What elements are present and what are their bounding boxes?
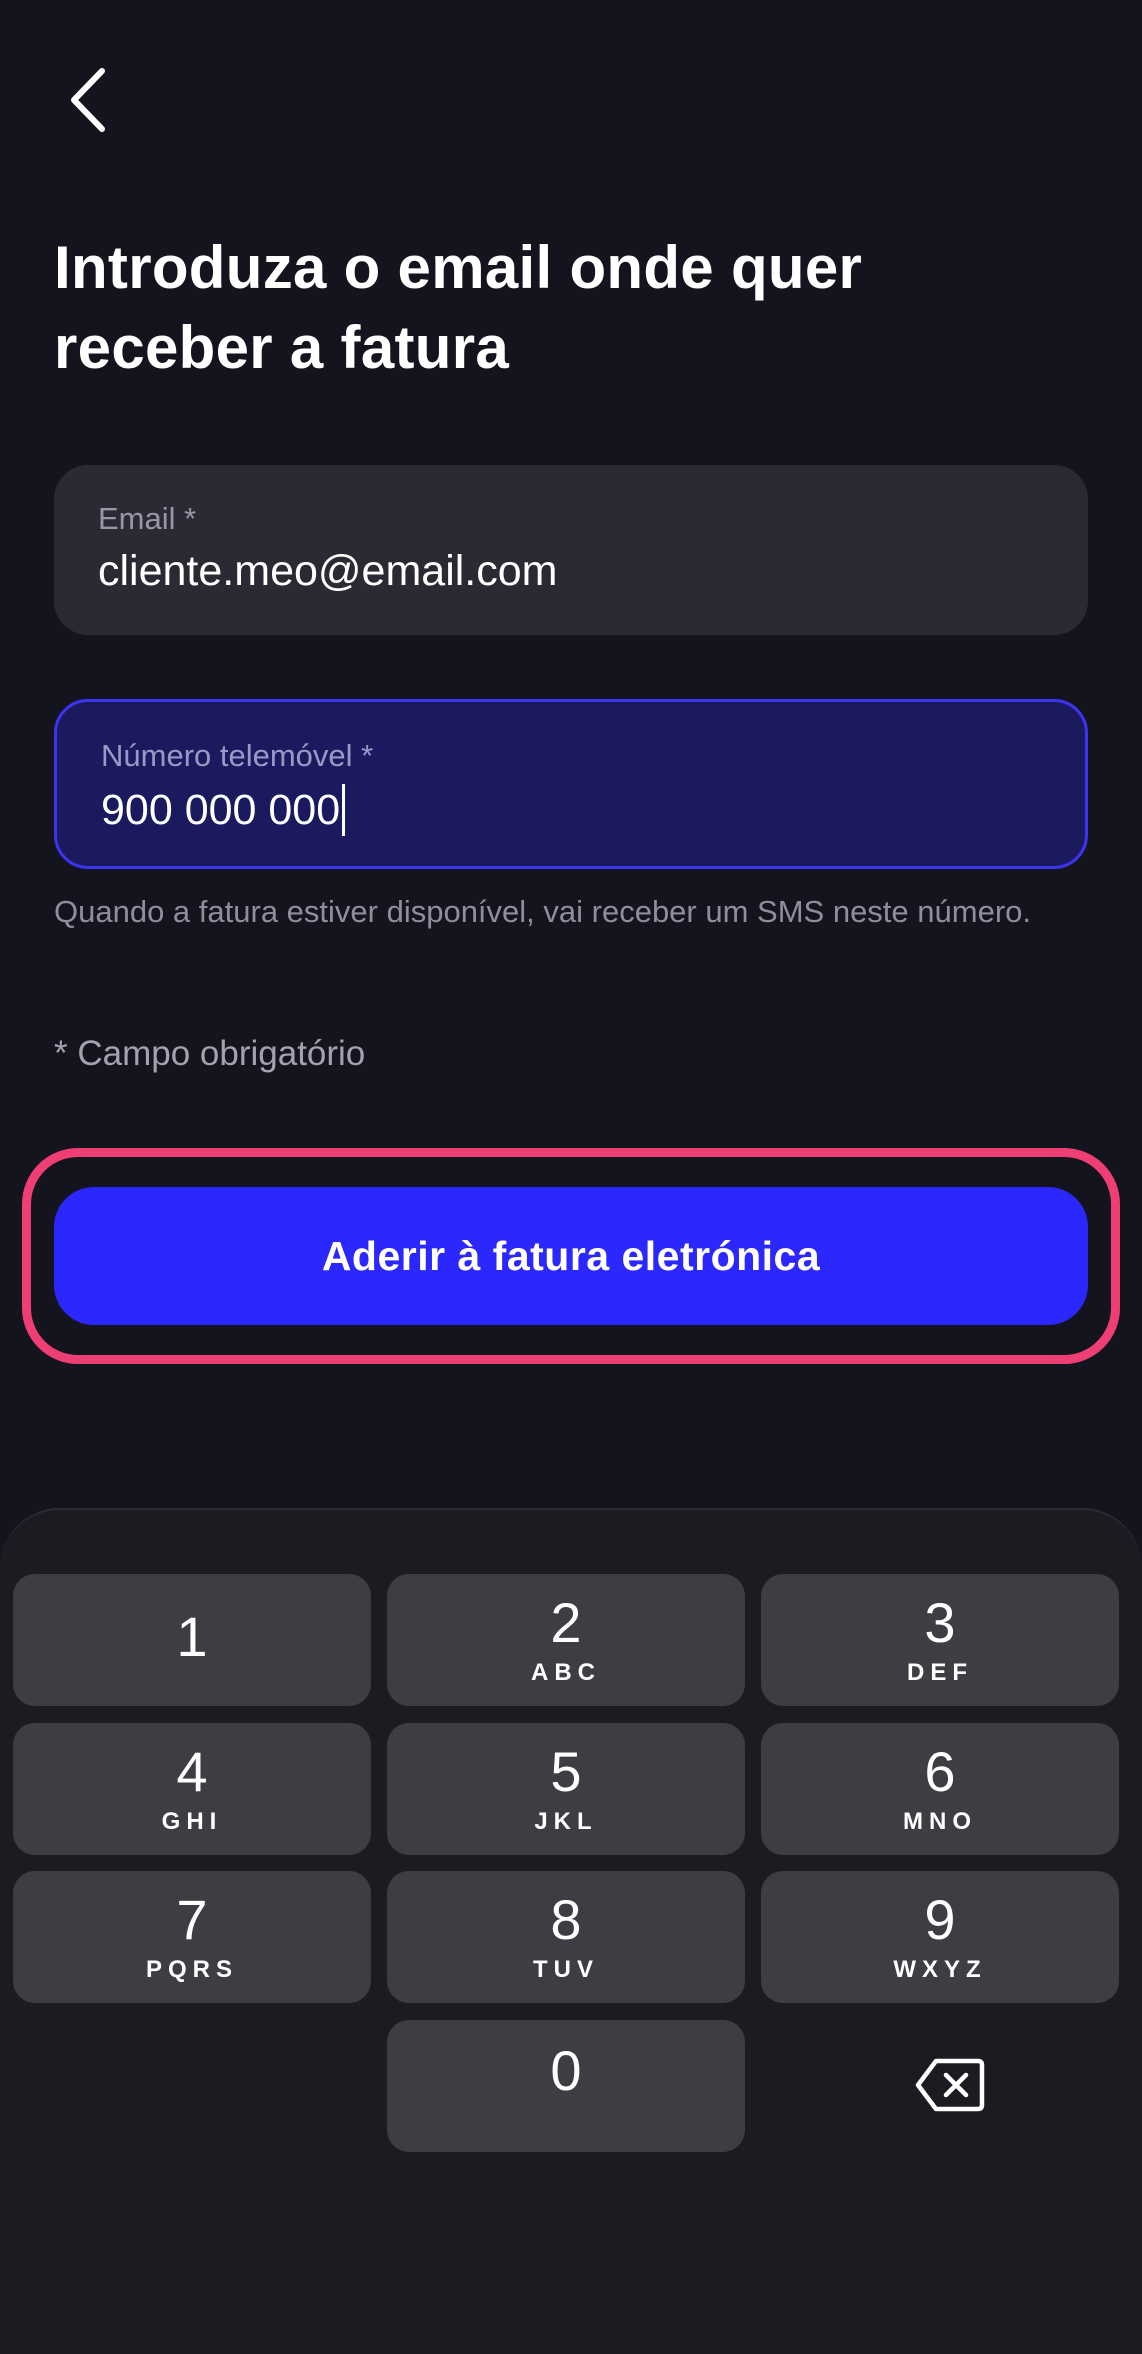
- key-letters: JKL: [534, 1808, 598, 1835]
- key-3[interactable]: 3 DEF: [761, 1574, 1119, 1706]
- key-digit: 7: [176, 1888, 208, 1951]
- key-digit: 0: [550, 2039, 582, 2102]
- key-letters: GHI: [161, 1808, 223, 1835]
- key-letters: TUV: [533, 1956, 599, 1983]
- key-digit: 2: [550, 1591, 582, 1654]
- key-letters: PQRS: [145, 1956, 238, 1983]
- join-e-invoice-button[interactable]: Aderir à fatura eletrónica: [54, 1187, 1088, 1325]
- key-digit: 4: [176, 1740, 208, 1803]
- key-0[interactable]: 0: [387, 2020, 745, 2152]
- key-9[interactable]: 9 WXYZ: [761, 1871, 1119, 2003]
- key-4[interactable]: 4 GHI: [13, 1723, 371, 1855]
- text-caret: [342, 784, 346, 836]
- key-6[interactable]: 6 MNO: [761, 1723, 1119, 1855]
- chevron-left-icon: [71, 68, 105, 132]
- backspace-button[interactable]: [900, 2050, 1000, 2120]
- page-title: Introduza o email onde quer receber a fa…: [54, 234, 863, 381]
- key-5[interactable]: 5 JKL: [387, 1723, 745, 1855]
- phone-field-label: Número telemóvel *: [101, 738, 374, 773]
- phone-hint-text: Quando a fatura estiver disponível, vai …: [54, 894, 1031, 929]
- key-digit: 1: [176, 1605, 208, 1668]
- key-letters: WXYZ: [893, 1956, 987, 1983]
- key-2[interactable]: 2 ABC: [387, 1574, 745, 1706]
- key-digit: 6: [924, 1740, 956, 1803]
- email-field-value[interactable]: cliente.meo@email.com: [98, 547, 557, 596]
- backspace-icon: [915, 2058, 985, 2112]
- screen: Introduza o email onde quer receber a fa…: [0, 0, 1142, 2354]
- email-field[interactable]: Email * cliente.meo@email.com: [54, 465, 1088, 635]
- phone-field-value-wrap[interactable]: 900 000 000: [101, 784, 346, 836]
- key-digit: 5: [550, 1740, 582, 1803]
- key-8[interactable]: 8 TUV: [387, 1871, 745, 2003]
- key-digit: 9: [924, 1888, 956, 1951]
- email-field-label: Email *: [98, 501, 197, 536]
- key-digit: 8: [550, 1888, 582, 1951]
- required-field-note: * Campo obrigatório: [54, 1034, 366, 1073]
- key-digit: 3: [924, 1591, 956, 1654]
- key-letters: DEF: [907, 1659, 973, 1686]
- back-button[interactable]: [56, 62, 120, 138]
- numeric-keypad: 1 2 ABC 3 DEF 4 GHI 5 JKL 6 MNO 7 PQRS 8: [0, 1508, 1142, 2354]
- key-letters: ABC: [531, 1659, 601, 1686]
- phone-field-value: 900 000 000: [101, 785, 341, 834]
- phone-field[interactable]: Número telemóvel * 900 000 000: [54, 699, 1088, 869]
- key-letters: MNO: [903, 1808, 977, 1835]
- key-7[interactable]: 7 PQRS: [13, 1871, 371, 2003]
- key-1[interactable]: 1: [13, 1574, 371, 1706]
